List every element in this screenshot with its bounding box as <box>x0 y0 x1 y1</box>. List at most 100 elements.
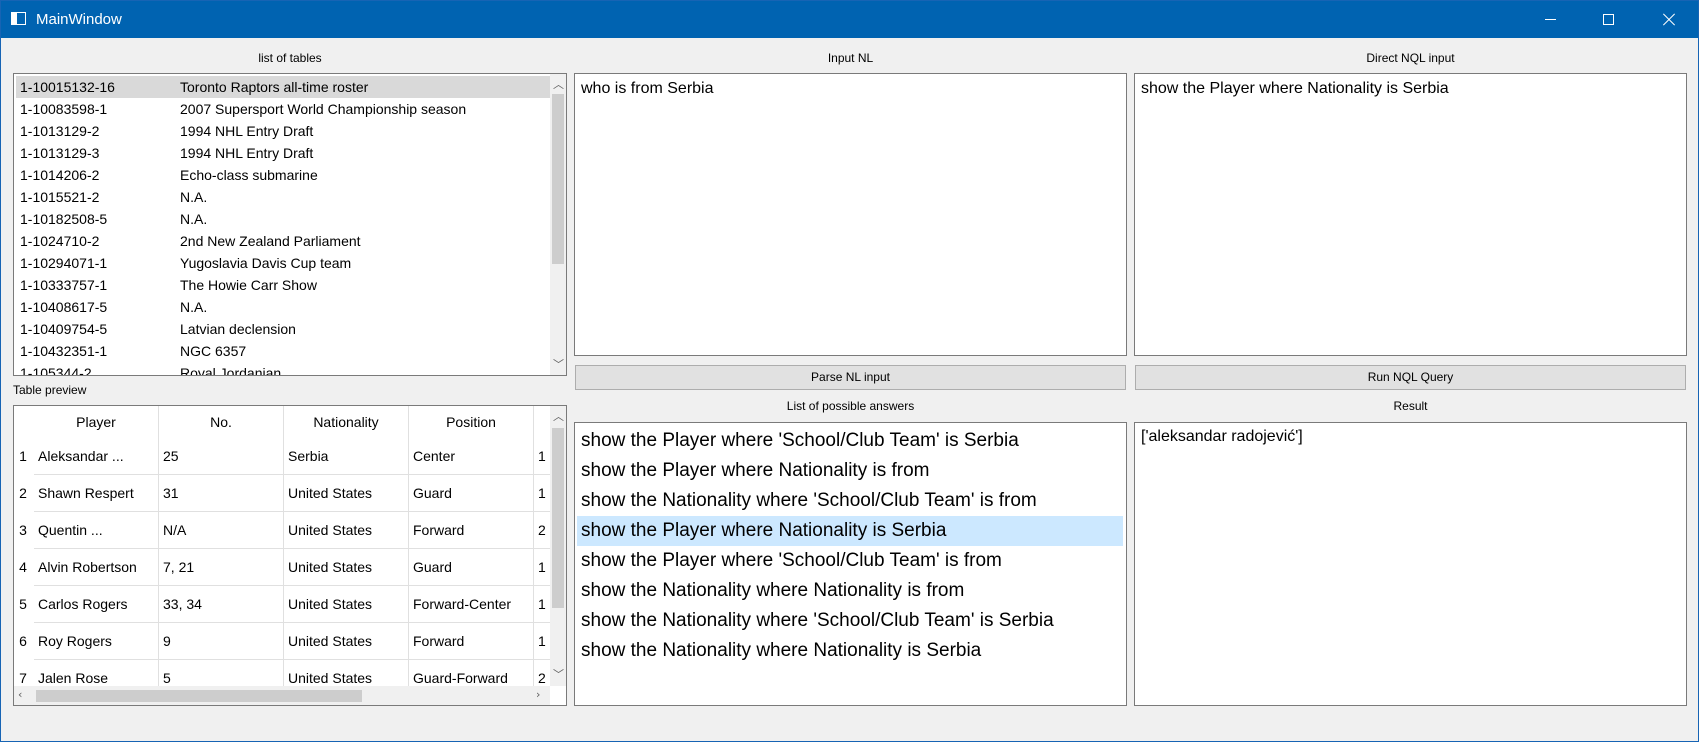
table-name: The Howie Carr Show <box>180 277 317 293</box>
table-cell[interactable]: 9 <box>159 623 284 660</box>
answers-list[interactable]: show the Player where 'School/Club Team'… <box>574 422 1127 706</box>
table-cell[interactable]: United States <box>284 512 409 549</box>
tables-list-item[interactable]: 1-10432351-1 NGC 6357 <box>16 340 550 362</box>
table-name: Echo-class submarine <box>180 167 318 183</box>
table-cell[interactable]: United States <box>284 586 409 623</box>
tables-scrollbar[interactable]: ︿ ﹀ <box>550 74 566 375</box>
column-header[interactable]: No. <box>159 406 284 438</box>
answer-item[interactable]: show the Nationality where 'School/Club … <box>577 486 1123 516</box>
table-cell[interactable]: Alvin Robertson <box>34 549 159 586</box>
direct-nql-field[interactable]: show the Player where Nationality is Ser… <box>1134 73 1687 356</box>
answer-item[interactable]: show the Nationality where Nationality i… <box>577 636 1123 666</box>
preview-hscrollbar[interactable]: ‹ › <box>14 686 550 705</box>
table-cell[interactable]: 31 <box>159 475 284 512</box>
table-cell[interactable]: 7, 21 <box>159 549 284 586</box>
row-header[interactable]: 6 <box>14 623 32 660</box>
tables-list-item[interactable]: 1-1015521-2 N.A. <box>16 186 550 208</box>
tables-list-item[interactable]: 1-10083598-1 2007 Supersport World Champi… <box>16 98 550 120</box>
table-cell[interactable]: United States <box>284 660 409 686</box>
table-cell[interactable]: 25 <box>159 438 284 475</box>
table-name: Toronto Raptors all-time roster <box>180 79 369 95</box>
answer-item[interactable]: show the Player where Nationality is fro… <box>577 456 1123 486</box>
table-cell[interactable]: 1 <box>534 475 550 512</box>
table-cell[interactable]: United States <box>284 549 409 586</box>
row-header[interactable]: 2 <box>14 475 32 512</box>
tables-list-item[interactable]: 1-10294071-1 Yugoslavia Davis Cup team <box>16 252 550 274</box>
chevron-down-icon[interactable]: ﹀ <box>553 666 564 682</box>
table-cell[interactable]: 1 <box>534 549 550 586</box>
table-cell[interactable]: 1 <box>534 623 550 660</box>
scroll-thumb[interactable] <box>552 428 564 608</box>
tables-list-item[interactable]: 1-1013129-3 1994 NHL Entry Draft <box>16 142 550 164</box>
preview-table[interactable]: Player No. Nationality Position 1 Aleksandar … <box>13 405 567 706</box>
tables-list-item[interactable]: 1-1024710-2 2nd New Zealand Parliament <box>16 230 550 252</box>
table-cell[interactable]: Guard-Forward <box>409 660 534 686</box>
table-cell[interactable]: Guard <box>409 549 534 586</box>
table-cell[interactable]: Jalen Rose <box>34 660 159 686</box>
chevron-up-icon[interactable]: ︿ <box>553 408 564 424</box>
table-cell[interactable]: United States <box>284 475 409 512</box>
tables-list[interactable]: 1-10015132-16 Toronto Raptors all-time ro… <box>13 73 567 376</box>
column-header[interactable]: Position <box>409 406 534 438</box>
answer-item[interactable]: show the Nationality where 'School/Club … <box>577 606 1123 636</box>
tables-list-item[interactable]: 1-1013129-2 1994 NHL Entry Draft <box>16 120 550 142</box>
table-id: 1-10083598-1 <box>20 101 108 117</box>
direct-nql-label: Direct NQL input <box>1366 51 1455 65</box>
chevron-up-icon[interactable]: ︿ <box>553 76 564 92</box>
table-cell[interactable]: Serbia <box>284 438 409 475</box>
table-cell[interactable]: Forward <box>409 512 534 549</box>
answer-item[interactable]: show the Player where 'School/Club Team'… <box>577 426 1123 456</box>
row-header[interactable]: 4 <box>14 549 32 586</box>
column-header[interactable]: Nationality <box>284 406 409 438</box>
scroll-thumb[interactable] <box>552 94 564 264</box>
row-header[interactable]: 3 <box>14 512 32 549</box>
chevron-left-icon[interactable]: ‹ <box>18 688 22 701</box>
input-nl-field[interactable]: who is from Serbia <box>574 73 1127 356</box>
scroll-thumb[interactable] <box>36 690 362 702</box>
close-button[interactable] <box>1640 1 1698 38</box>
answer-item[interactable]: show the Player where 'School/Club Team'… <box>577 546 1123 576</box>
parse-nl-button[interactable]: Parse NL input <box>575 365 1126 390</box>
tables-list-item[interactable]: 1-1014206-2 Echo-class submarine <box>16 164 550 186</box>
table-id: 1-10333757-1 <box>20 277 108 293</box>
table-id: 1-1013129-3 <box>20 145 100 161</box>
chevron-down-icon[interactable]: ﹀ <box>553 356 564 372</box>
table-cell[interactable]: Guard <box>409 475 534 512</box>
table-cell[interactable]: 2 <box>534 660 550 686</box>
column-header[interactable] <box>534 406 550 438</box>
tables-list-item[interactable]: 1-10408617-5 N.A. <box>16 296 550 318</box>
table-cell[interactable]: Carlos Rogers <box>34 586 159 623</box>
row-header[interactable]: 1 <box>14 438 32 475</box>
table-cell[interactable]: Shawn Respert <box>34 475 159 512</box>
table-cell[interactable]: Center <box>409 438 534 475</box>
minimize-button[interactable] <box>1521 1 1579 38</box>
answer-item[interactable]: show the Nationality where Nationality i… <box>577 576 1123 606</box>
table-name: Royal Jordanian <box>180 365 282 376</box>
tables-list-item[interactable]: 1-10409754-5 Latvian declension <box>16 318 550 340</box>
table-cell[interactable]: Forward-Center <box>409 586 534 623</box>
table-cell[interactable]: 2 <box>534 512 550 549</box>
table-cell[interactable]: United States <box>284 623 409 660</box>
preview-vscrollbar[interactable]: ︿ ﹀ <box>550 406 566 686</box>
tables-list-item[interactable]: 1-10182508-5 N.A. <box>16 208 550 230</box>
table-cell[interactable]: N/A <box>159 512 284 549</box>
row-header[interactable]: 5 <box>14 586 32 623</box>
table-cell[interactable]: 1 <box>534 586 550 623</box>
table-cell[interactable]: 1 <box>534 438 550 475</box>
table-cell[interactable]: 5 <box>159 660 284 686</box>
answer-item[interactable]: show the Player where Nationality is Ser… <box>577 516 1123 546</box>
table-cell[interactable]: Aleksandar ... <box>34 438 159 475</box>
maximize-button[interactable] <box>1579 1 1637 38</box>
tables-list-item[interactable]: 1-105344-2 Royal Jordanian <box>16 362 550 376</box>
table-cell[interactable]: Forward <box>409 623 534 660</box>
result-field[interactable]: ['aleksandar radojević'] <box>1134 422 1687 706</box>
table-cell[interactable]: 33, 34 <box>159 586 284 623</box>
run-nql-button[interactable]: Run NQL Query <box>1135 365 1686 390</box>
tables-list-item[interactable]: 1-10333757-1 The Howie Carr Show <box>16 274 550 296</box>
row-header[interactable]: 7 <box>14 660 32 686</box>
table-cell[interactable]: Roy Rogers <box>34 623 159 660</box>
table-cell[interactable]: Quentin ... <box>34 512 159 549</box>
chevron-right-icon[interactable]: › <box>536 688 540 701</box>
tables-list-item[interactable]: 1-10015132-16 Toronto Raptors all-time ro… <box>16 76 550 98</box>
column-header[interactable]: Player <box>34 406 159 438</box>
